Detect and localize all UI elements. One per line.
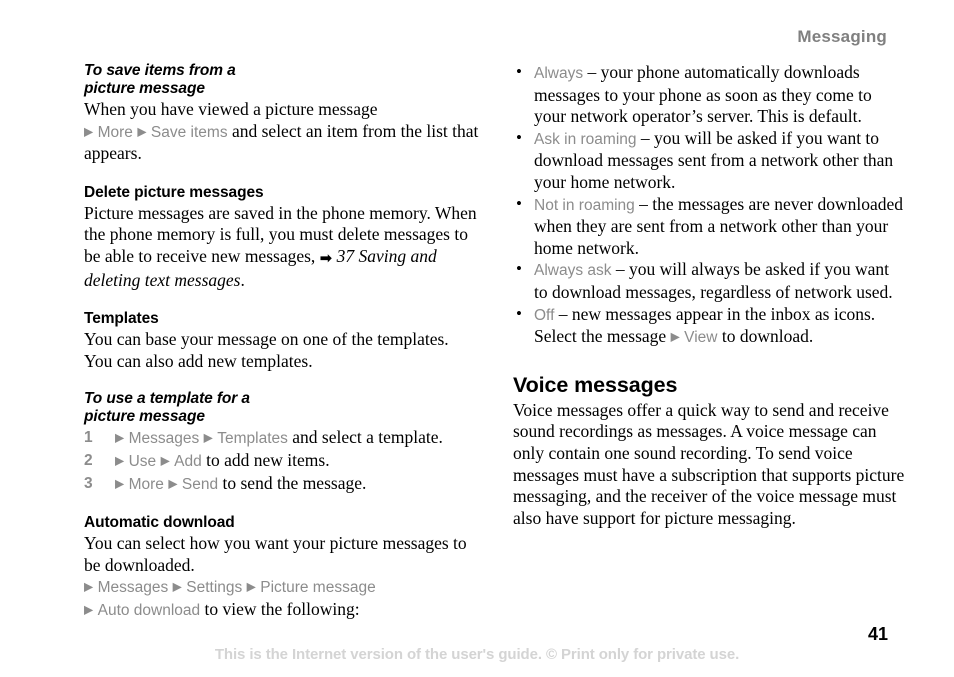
- step-text: to add new items.: [201, 449, 330, 470]
- path-save-items: Save items: [150, 123, 228, 141]
- list-item: • Off – new messages appear in the inbox…: [513, 304, 905, 349]
- menu-arrow-icon: ▶: [168, 476, 178, 491]
- document-page: Messaging To save items from a picture m…: [0, 0, 954, 677]
- path-templates: Templates: [217, 430, 288, 448]
- heading-use-template: To use a template for a picture message: [84, 390, 479, 426]
- section-templates: Templates You can base your message on o…: [84, 309, 479, 372]
- page-number: 41: [867, 624, 888, 644]
- footer-note: This is the Internet version of the user…: [214, 646, 740, 663]
- menu-arrow-icon: ▶: [84, 602, 94, 617]
- menu-arrow-icon: ▶: [246, 579, 256, 594]
- section-use-template: To use a template for a picture message …: [84, 390, 479, 495]
- save-items-text: When you have viewed a picture message ▶…: [84, 99, 479, 165]
- menu-arrow-icon: ▶: [115, 476, 125, 491]
- step-item: 1 ▶ Messages ▶ Templates and select a te…: [84, 427, 479, 450]
- heading-save-items: To save items from a picture message: [84, 62, 479, 98]
- option-description-after: to download.: [717, 326, 814, 347]
- list-item: • Ask in roaming – you will be asked if …: [513, 128, 905, 194]
- automatic-download-text: You can select how you want your picture…: [84, 533, 479, 621]
- path-auto-download: Auto download: [97, 601, 201, 619]
- step-number: 3: [84, 474, 93, 492]
- step-text: to send the message.: [218, 472, 367, 493]
- section-voice-messages: Voice messages Voice messages offer a qu…: [513, 373, 905, 530]
- heading-save-items-line2: picture message: [84, 80, 205, 97]
- left-column: To save items from a picture message Whe…: [84, 62, 479, 640]
- step-number: 1: [84, 429, 93, 447]
- automatic-download-tail: to view the following:: [200, 598, 360, 619]
- heading-voice-messages: Voice messages: [513, 372, 678, 397]
- bullet-icon: •: [516, 127, 522, 147]
- bullet-icon: •: [516, 259, 522, 279]
- list-item: • Always – your phone automatically down…: [513, 62, 905, 128]
- path-use: Use: [128, 452, 157, 470]
- section-delete-picture-messages: Delete picture messages Picture messages…: [84, 183, 479, 291]
- voice-messages-body: Voice messages offer a quick way to send…: [513, 399, 905, 528]
- menu-arrow-icon: ▶: [160, 453, 170, 468]
- path-send: Send: [181, 475, 219, 493]
- menu-arrow-icon: ▶: [115, 430, 125, 445]
- menu-arrow-icon: ▶: [84, 124, 94, 139]
- path-more: More: [97, 123, 133, 141]
- bullet-icon: •: [516, 193, 522, 213]
- templates-body: You can base your message on one of the …: [84, 329, 449, 371]
- menu-arrow-icon: ▶: [670, 329, 680, 344]
- automatic-download-body: You can select how you want your picture…: [84, 533, 467, 575]
- path-more: More: [128, 475, 164, 493]
- heading-use-template-line2: picture message: [84, 408, 205, 426]
- section-save-items: To save items from a picture message Whe…: [84, 62, 479, 165]
- heading-save-items-line1: To save items from a: [84, 62, 236, 79]
- path-view: View: [684, 329, 718, 347]
- list-item: • Always ask – you will always be asked …: [513, 259, 905, 303]
- heading-use-template-line1: To use a template for a: [84, 390, 250, 408]
- menu-arrow-icon: ▶: [84, 579, 94, 594]
- bullet-icon: •: [516, 303, 522, 323]
- menu-arrow-icon: ▶: [115, 453, 125, 468]
- step-text: and select a template.: [287, 427, 443, 448]
- option-description: – your phone automatically downloads mes…: [534, 62, 872, 127]
- section-automatic-download: Automatic download You can select how yo…: [84, 513, 479, 621]
- use-template-steps: 1 ▶ Messages ▶ Templates and select a te…: [84, 427, 479, 495]
- step-number: 2: [84, 451, 93, 469]
- option-term: Not in roaming: [534, 196, 635, 214]
- path-messages: Messages: [97, 579, 169, 597]
- save-items-intro: When you have viewed a picture message: [84, 99, 378, 119]
- heading-templates: Templates: [84, 310, 159, 328]
- path-add: Add: [174, 452, 202, 470]
- path-picture-message: Picture message: [260, 579, 376, 597]
- menu-arrow-icon: ▶: [203, 430, 213, 445]
- running-header: Messaging: [797, 27, 887, 46]
- option-term: Always: [534, 65, 584, 82]
- path-messages: Messages: [128, 430, 200, 448]
- heading-delete-picture-messages: Delete picture messages: [84, 183, 264, 201]
- cross-reference-arrow-icon: ➡: [319, 248, 333, 267]
- right-column: • Always – your phone automatically down…: [513, 62, 905, 529]
- delete-picture-messages-text: Picture messages are saved in the phone …: [84, 203, 479, 291]
- download-options-list: • Always – your phone automatically down…: [513, 62, 905, 349]
- heading-automatic-download: Automatic download: [84, 514, 235, 532]
- menu-arrow-icon: ▶: [172, 579, 182, 594]
- step-item: 3 ▶ More ▶ Send to send the message.: [84, 473, 479, 496]
- option-term: Ask in roaming: [534, 130, 637, 148]
- menu-arrow-icon: ▶: [137, 124, 147, 139]
- bullet-icon: •: [516, 62, 522, 81]
- step-item: 2 ▶ Use ▶ Add to add new items.: [84, 450, 479, 473]
- option-term: Off: [534, 306, 555, 324]
- path-settings: Settings: [186, 579, 243, 597]
- xref-period: .: [240, 269, 245, 290]
- option-term: Always ask: [534, 262, 612, 280]
- list-item: • Not in roaming – the messages are neve…: [513, 194, 905, 260]
